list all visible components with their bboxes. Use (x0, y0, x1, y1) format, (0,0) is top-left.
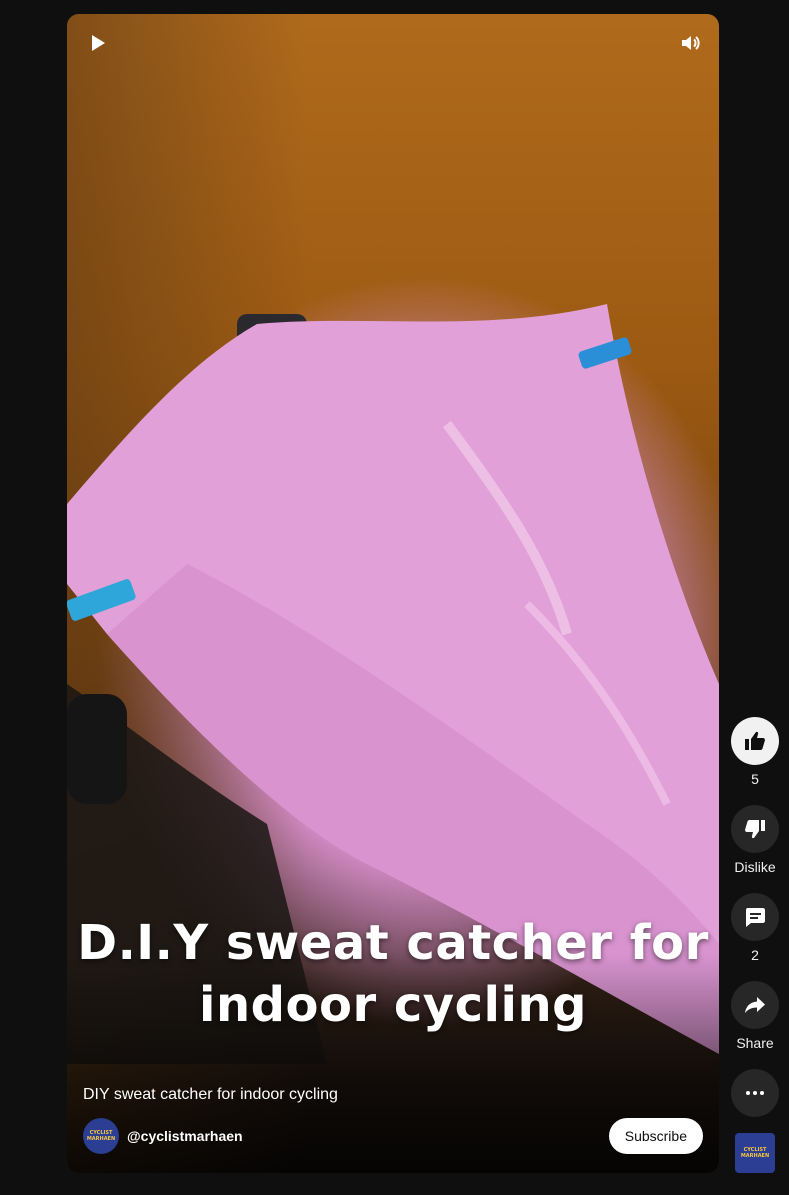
channel-row: CYCLIST MARHAEN @cyclistmarhaen Subscrib… (83, 1118, 703, 1154)
channel-handle[interactable]: @cyclistmarhaen (127, 1128, 609, 1144)
dislike-action: Dislike (731, 805, 779, 875)
video-caption-overlay: D.I.Y sweat catcher for indoor cycling (67, 912, 719, 1036)
shorts-video-player[interactable]: D.I.Y sweat catcher for indoor cycling D… (67, 14, 719, 1173)
dislike-label: Dislike (734, 859, 776, 875)
share-icon (745, 997, 765, 1013)
play-icon[interactable] (85, 31, 109, 55)
volume-icon[interactable] (679, 31, 703, 55)
share-button[interactable] (731, 981, 779, 1029)
logo-line-2: MARHAEN (86, 1136, 116, 1142)
subscribe-button[interactable]: Subscribe (608, 1118, 703, 1154)
overlay-line-2: indoor cycling (199, 977, 587, 1033)
dislike-button[interactable] (731, 805, 779, 853)
channel-logo: CYCLIST MARHAEN (87, 1130, 115, 1142)
more-action (731, 1069, 779, 1117)
like-count: 5 (751, 771, 759, 787)
thumbs-up-icon (745, 731, 765, 750)
thumbs-down-icon (745, 820, 765, 839)
like-action: 5 (731, 717, 779, 787)
share-action: Share (731, 981, 779, 1051)
comment-count: 2 (751, 947, 759, 963)
channel-avatar[interactable]: CYCLIST MARHAEN (83, 1118, 119, 1154)
more-options-button[interactable] (731, 1069, 779, 1117)
comment-button[interactable] (731, 893, 779, 941)
mini-logo-line-2: MARHAEN (740, 1153, 770, 1159)
like-button[interactable] (731, 717, 779, 765)
channel-mini-avatar[interactable]: CYCLIST MARHAEN (735, 1133, 775, 1173)
comment-icon (746, 908, 765, 927)
share-label: Share (736, 1035, 774, 1051)
comment-action: 2 (731, 893, 779, 963)
mini-channel-logo: CYCLIST MARHAEN (741, 1147, 769, 1159)
video-title[interactable]: DIY sweat catcher for indoor cycling (83, 1086, 338, 1104)
overlay-line-1: D.I.Y sweat catcher for (77, 915, 709, 971)
more-horizontal-icon (746, 1091, 764, 1095)
